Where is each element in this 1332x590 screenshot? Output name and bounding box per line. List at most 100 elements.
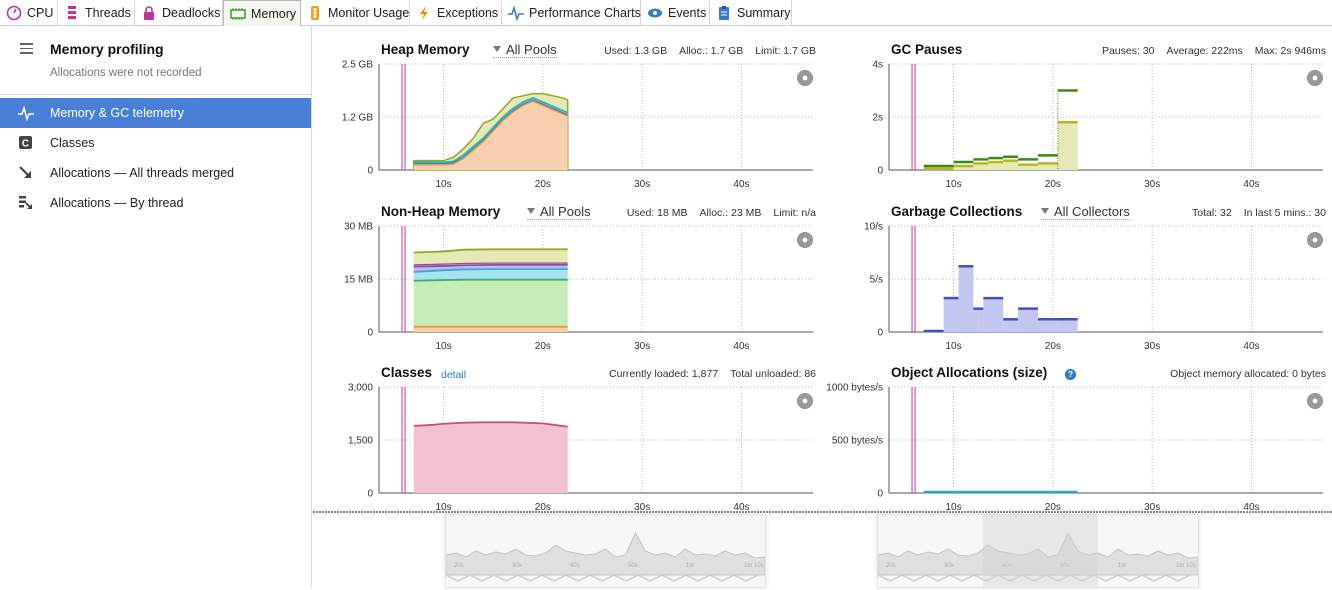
arrow-down-right-icon xyxy=(18,165,34,181)
hamburger-menu-icon[interactable] xyxy=(20,43,33,54)
gc-rate-bar xyxy=(983,298,1004,332)
tab-label: Deadlocks xyxy=(162,6,221,20)
x-tick-label: 40s xyxy=(1243,341,1259,352)
gc-rate-bar xyxy=(943,298,959,332)
object-allocations-title: Object Allocations (size) xyxy=(891,365,1048,380)
non-heap-memory-title: Non-Heap Memory xyxy=(381,204,501,219)
non-heap-pool-select-value: All Pools xyxy=(540,204,591,219)
x-tick-label: 20s xyxy=(1045,341,1061,352)
y-tick-label: 0 xyxy=(367,489,373,500)
gc-rate-bar xyxy=(1057,319,1078,332)
tab-summary[interactable]: Summary xyxy=(710,0,792,26)
sidebar-item-allocations-merged[interactable]: Allocations — All threads merged xyxy=(0,158,311,188)
sidebar-item-classes[interactable]: C Classes xyxy=(0,128,311,158)
overview-tick-label: 50s xyxy=(628,563,638,569)
lightning-icon xyxy=(416,5,432,21)
gc-total: Total: 32 xyxy=(1192,207,1232,219)
y-tick-label: 5/s xyxy=(870,275,883,286)
settings-gear-icon[interactable] xyxy=(1306,231,1324,249)
overview-right[interactable]: 20s30s40s50s1m1m 10s xyxy=(877,514,1199,588)
tab-label: Summary xyxy=(737,6,791,20)
allocations-stats: Object memory allocated: 0 bytes xyxy=(1158,368,1326,380)
sidebar-item-label: Allocations — All threads merged xyxy=(50,166,235,180)
tab-performance-charts[interactable]: Performance Charts xyxy=(502,0,641,26)
sidebar-item-allocations-by-thread[interactable]: Allocations — By thread xyxy=(0,188,311,218)
x-tick-label: 20s xyxy=(535,179,551,190)
collector-select[interactable]: All Collectors xyxy=(1041,204,1130,220)
y-tick-label: 30 MB xyxy=(344,222,373,233)
overview-left-chart: 20s 30s 40s 50s 1m 1m 10s xyxy=(445,515,766,587)
y-tick-label: 1.2 GB xyxy=(342,113,373,124)
heap-memory-title: Heap Memory xyxy=(381,42,470,57)
tab-exceptions[interactable]: Exceptions xyxy=(410,0,502,26)
x-tick-label: 30s xyxy=(634,341,650,352)
overview-tick-label: 30s xyxy=(944,563,954,569)
chevron-down-icon xyxy=(493,46,501,52)
y-tick-label: 0 xyxy=(367,166,373,177)
allocations-total: Object memory allocated: 0 bytes xyxy=(1170,368,1326,380)
x-tick-label: 10s xyxy=(945,179,961,190)
y-tick-label: 4s xyxy=(872,60,883,71)
classes-unloaded: Total unloaded: 86 xyxy=(730,368,816,380)
y-tick-label: 2s xyxy=(872,113,883,124)
thread-list-icon xyxy=(18,195,34,211)
overview-left[interactable]: 20s 30s 40s 50s 1m 1m 10s xyxy=(445,514,766,588)
y-tick-label: 500 bytes/s xyxy=(832,436,883,447)
x-tick-label: 30s xyxy=(1144,341,1160,352)
y-tick-label: 15 MB xyxy=(344,275,373,286)
overview-tick-label: 1m 10s xyxy=(1176,563,1196,569)
gc-rate-bar xyxy=(973,308,984,332)
non-heap-alloc: Alloc.: 23 MB xyxy=(699,207,762,219)
tab-label: Exceptions xyxy=(437,6,499,20)
settings-gear-icon[interactable] xyxy=(796,69,814,87)
tab-deadlocks[interactable]: Deadlocks xyxy=(135,0,223,26)
gc-stats: Total: 32 In last 5 mins.: 30 xyxy=(1180,207,1326,219)
sidebar-item-memory-gc-telemetry[interactable]: Memory & GC telemetry xyxy=(0,98,311,128)
y-tick-label: 10/s xyxy=(864,222,883,233)
settings-gear-icon[interactable] xyxy=(796,231,814,249)
x-tick-label: 20s xyxy=(1045,179,1061,190)
tab-monitor-usage[interactable]: Monitor Usage xyxy=(301,0,410,26)
telemetry-main: Heap Memory All Pools Used: 1.3 GB Alloc.… xyxy=(313,26,1332,588)
classes-chart: 3,0001,500010s 20s 30s 40s xyxy=(348,383,814,513)
sidebar-nav: Memory & GC telemetry C Classes Allocati… xyxy=(0,95,311,218)
gc-rate-bar xyxy=(1003,319,1019,332)
memory-icon xyxy=(230,6,246,22)
y-tick-label: 0 xyxy=(877,328,883,339)
x-tick-label: 10s xyxy=(435,179,451,190)
tab-label: CPU xyxy=(27,6,54,20)
non-heap-area xyxy=(413,279,568,327)
gc-pauses-count: Pauses: 30 xyxy=(1101,45,1155,57)
x-tick-label: 40s xyxy=(733,341,749,352)
overview-window xyxy=(983,515,1098,587)
gc-pauses-title: GC Pauses xyxy=(891,42,963,57)
classes-loaded: Currently loaded: 1,877 xyxy=(609,368,719,380)
tab-threads[interactable]: Threads xyxy=(58,0,135,26)
gc-rate-bar xyxy=(1037,319,1058,332)
x-tick-label: 20s xyxy=(535,341,551,352)
settings-gear-icon[interactable] xyxy=(1306,69,1324,87)
tab-label: Memory xyxy=(251,6,297,21)
gc-pause-bar xyxy=(1003,160,1019,170)
heap-pool-select[interactable]: All Pools xyxy=(493,42,557,58)
non-heap-pool-select[interactable]: All Pools xyxy=(527,204,591,220)
chevron-down-icon xyxy=(1041,208,1049,214)
y-tick-label: 0 xyxy=(877,166,883,177)
tab-label: Performance Charts xyxy=(529,6,641,20)
settings-gear-icon[interactable] xyxy=(1306,392,1324,410)
traffic-light-icon xyxy=(307,5,323,21)
help-icon[interactable]: ? xyxy=(1065,369,1076,380)
eye-icon xyxy=(647,5,663,21)
x-tick-label: 30s xyxy=(634,179,650,190)
gc-pause-bar xyxy=(1057,122,1078,170)
lock-icon xyxy=(141,5,157,21)
tab-cpu[interactable]: CPU xyxy=(0,0,58,26)
clipboard-icon xyxy=(716,5,732,21)
tab-events[interactable]: Events xyxy=(641,0,710,26)
y-tick-label: 3,000 xyxy=(348,383,373,394)
gc-pauses-average: Average: 222ms xyxy=(1166,45,1243,57)
tab-memory[interactable]: Memory xyxy=(223,0,301,26)
classes-detail-link[interactable]: detail xyxy=(441,369,466,381)
settings-gear-icon[interactable] xyxy=(796,392,814,410)
heap-stats: Used: 1.3 GB Alloc.: 1.7 GB Limit: 1.7 GB xyxy=(592,45,816,57)
